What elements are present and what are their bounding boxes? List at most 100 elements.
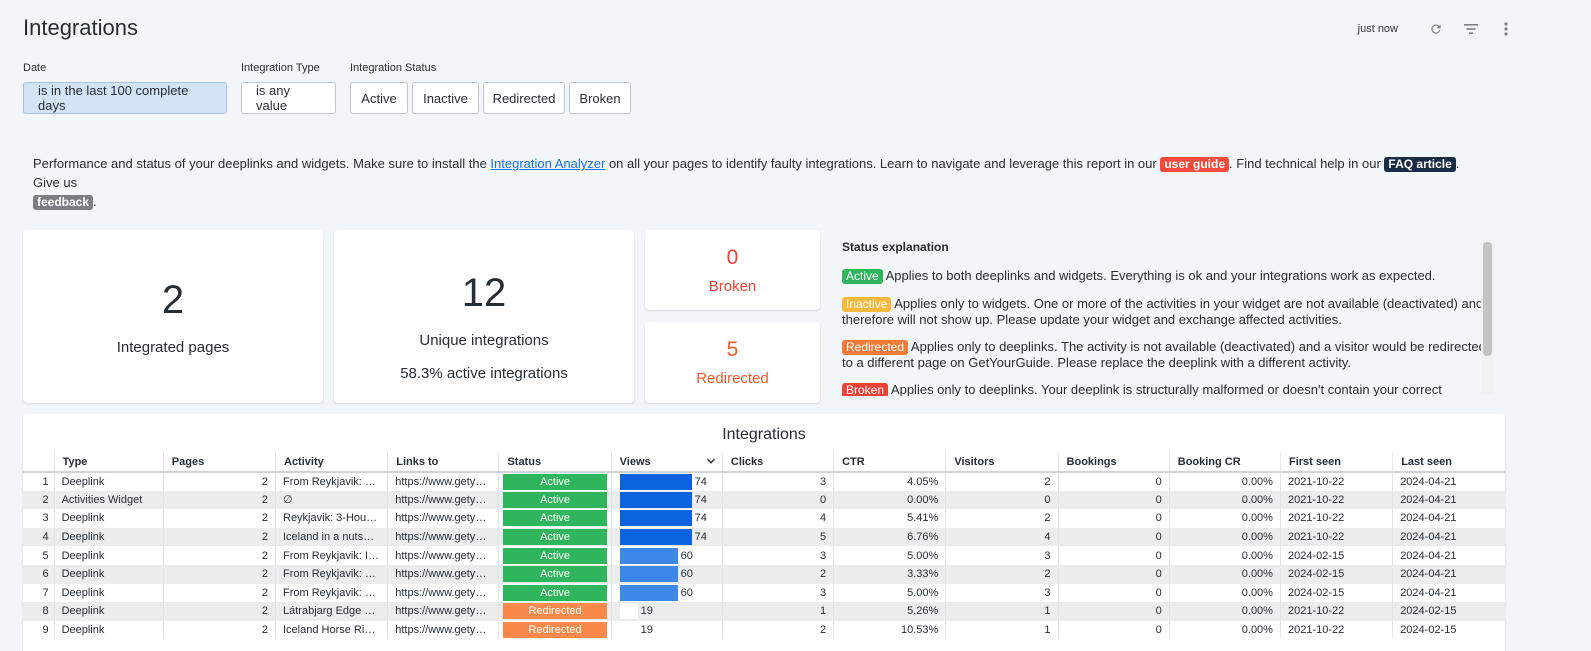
cell-visitors: 0 [945, 490, 1059, 510]
intro-part-3: . Find technical help in our [1229, 156, 1385, 171]
views-value: 19 [640, 624, 653, 637]
redirected-label: Redirected [696, 370, 769, 387]
integrations-table-card: Integrations Type Pages Activity Links to St… [23, 414, 1505, 651]
table-row[interactable]: 5 Deeplink2From Reykjavik: Into the Glaci… [23, 546, 1505, 565]
refresh-icon[interactable] [1427, 20, 1445, 38]
sort-desc-icon[interactable] [706, 456, 716, 466]
column-header-activity[interactable]: Activity [274, 452, 388, 473]
cell-links-to[interactable]: https://www.getyourguide.com [387, 509, 499, 528]
cell-clicks: 2 [721, 620, 834, 640]
cell-booking-cr: 0.00% [1168, 472, 1281, 491]
integrated-pages-value: 2 [161, 277, 185, 322]
cell-type: Deeplink [53, 546, 164, 565]
status-badge: Active [503, 566, 607, 583]
cell-links-to[interactable]: https://www.getyourguide.com [387, 564, 499, 584]
column-header-booking-cr[interactable]: Booking CR [1168, 452, 1281, 473]
status-badge: Active [503, 529, 607, 546]
column-header-status[interactable]: Status [498, 452, 612, 473]
cell-pages: 2 [162, 602, 276, 621]
column-header-last-seen[interactable]: Last seen [1392, 452, 1505, 473]
cell-links-to[interactable]: https://www.getyourguide.com [387, 620, 499, 640]
cell-first-seen: 2021-10-22 [1279, 620, 1393, 640]
cell-activity: Reykjavik: 3-Hour Northern Lights [274, 509, 388, 528]
table-row[interactable]: 1Deeplink2From Reykjavik: Silfra Snorkel… [23, 472, 1505, 491]
date-filter-value[interactable]: is in the last 100 complete days [23, 82, 227, 114]
column-header-first-seen[interactable]: First seen [1279, 452, 1393, 473]
table-row[interactable]: 6Deeplink2From Reykjavik: South Coast To… [23, 564, 1505, 584]
integration-analyzer-link[interactable]: Integration Analyzer [490, 156, 605, 171]
column-header-type[interactable]: Type [53, 452, 164, 473]
status-explanation-scrollbar[interactable] [1483, 242, 1492, 356]
cell-bookings: 0 [1057, 546, 1170, 565]
status-option-broken[interactable]: Broken [569, 82, 631, 114]
faq-article-link[interactable]: FAQ article [1384, 157, 1456, 172]
views-value: 74 [694, 493, 707, 506]
column-header-bookings[interactable]: Bookings [1057, 452, 1170, 473]
cell-views: 19 [610, 602, 723, 621]
column-header-pages[interactable]: Pages [162, 452, 276, 473]
cell-bookings: 0 [1057, 583, 1170, 603]
cell-type: Deeplink [53, 583, 164, 603]
cell-ctr: 5.26% [833, 602, 946, 621]
cell-last-seen: 2024-02-15 [1392, 620, 1505, 640]
cell-activity: Iceland in a nutshell tour [274, 527, 388, 547]
cell-status: Active [498, 472, 612, 491]
cell-type: Activities Widget [53, 490, 164, 510]
status-option-redirected[interactable]: Redirected [483, 82, 565, 114]
cell-last-seen: 2024-04-21 [1392, 583, 1505, 603]
views-bar [619, 510, 692, 527]
cell-status: Redirected [498, 602, 612, 621]
filter-icon[interactable] [1462, 20, 1480, 38]
column-header-clicks[interactable]: Clicks [721, 452, 834, 473]
redirected-card: 5 Redirected [645, 322, 820, 403]
intro-part-2: on all your pages to identify faulty int… [605, 156, 1161, 171]
user-guide-link[interactable]: user guide [1160, 157, 1230, 172]
row-number: 2 [23, 490, 55, 510]
last-updated-text: just now [1357, 23, 1398, 35]
cell-links-to[interactable]: https://www.getyourguide.com [387, 583, 499, 603]
feedback-link[interactable]: feedback [33, 195, 94, 210]
status-explanation-item: Broken Applies only to deeplinks. Your d… [842, 382, 1486, 396]
status-option-active[interactable]: Active [350, 82, 408, 114]
table-row[interactable]: 2 Activities Widget 2 ∅ https://www.getyourg… [23, 490, 1505, 510]
table-row[interactable]: 7 Deeplink2From Reykjavik: 3-Day Tourhttp… [23, 583, 1505, 603]
status-description: Applies only to deeplinks. The activity … [842, 339, 1486, 370]
table-row[interactable]: 4Deeplink2Iceland in a nutshell tourhttp… [23, 527, 1505, 547]
views-bar [619, 566, 678, 583]
cell-links-to[interactable]: https://www.getyourguide.com [387, 472, 499, 491]
cell-status: Active [498, 527, 612, 547]
broken-label: Broken [708, 277, 757, 295]
status-option-inactive[interactable]: Inactive [412, 82, 479, 114]
cell-links-to[interactable]: https://www.getyourguide.com [387, 546, 499, 565]
cell-clicks: 4 [721, 509, 834, 528]
cell-booking-cr: 0.00% [1168, 564, 1281, 584]
column-header-index[interactable] [23, 452, 55, 473]
table-row[interactable]: 8Deeplink2Látrabjarg Edge of Europe Tour… [23, 602, 1505, 621]
cell-activity: Látrabjarg Edge of Europe Tour [274, 602, 388, 621]
column-header-visitors[interactable]: Visitors [945, 452, 1059, 473]
column-header-views[interactable]: Views [610, 452, 723, 473]
cell-links-to[interactable]: https://www.getyourguide.com [387, 527, 499, 547]
more-vertical-icon[interactable] [1497, 20, 1515, 38]
cell-ctr: 4.05% [833, 472, 946, 491]
integrated-pages-label: Integrated pages [116, 338, 230, 356]
cell-pages: 2 [162, 472, 276, 491]
integrations-table-title: Integrations [722, 426, 806, 443]
cell-clicks: 3 [721, 472, 834, 491]
table-row[interactable]: 9Deeplink2Iceland Horse Riding Tourhttps… [23, 620, 1505, 640]
cell-type: Deeplink [53, 509, 164, 528]
column-header-ctr[interactable]: CTR [833, 452, 946, 473]
views-bar [619, 473, 692, 490]
cell-links-to[interactable]: https://www.getyourguide.com [387, 490, 499, 510]
column-header-links-to[interactable]: Links to [387, 452, 499, 473]
row-number: 9 [42, 624, 49, 637]
cell-last-seen: 2024-04-21 [1392, 509, 1505, 528]
date-filter-label: Date [23, 62, 47, 74]
cell-type: Deeplink [53, 564, 164, 584]
cell-bookings: 0 [1057, 527, 1170, 547]
integration-type-value[interactable]: is any value [241, 82, 336, 114]
cell-first-seen: 2021-10-22 [1279, 509, 1393, 528]
cell-first-seen: 2024-02-15 [1279, 564, 1393, 584]
cell-links-to[interactable]: https://www.getyourguide.com [387, 602, 499, 621]
table-row[interactable]: 3Deeplink2Reykjavik: 3-Hour Northern Lig… [23, 509, 1505, 528]
